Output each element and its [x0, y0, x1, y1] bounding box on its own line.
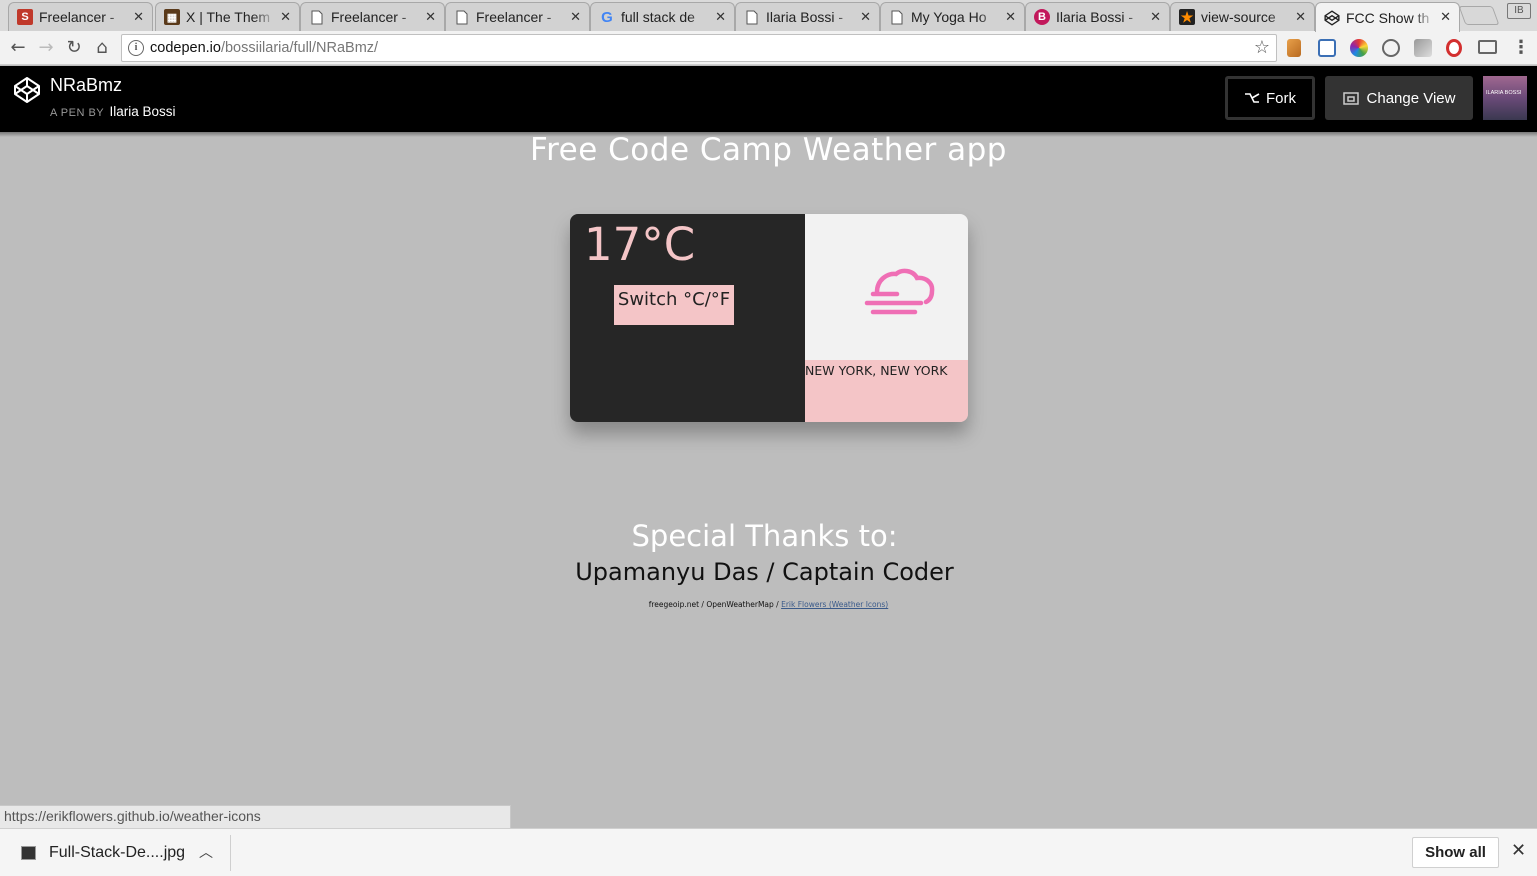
- color-picker-extension-icon[interactable]: [1350, 39, 1368, 57]
- screenshot-extension-icon[interactable]: [1318, 39, 1336, 57]
- browser-tab[interactable]: S Freelancer - ✕: [8, 2, 153, 31]
- recycle-extension-icon[interactable]: [1382, 39, 1400, 57]
- avatar[interactable]: ILARIA BOSSI: [1483, 76, 1527, 120]
- location-panel: NEW YORK, NEW YORK: [805, 360, 968, 422]
- thanks-heading: Special Thanks to:: [631, 519, 898, 553]
- reload-icon[interactable]: ↻: [62, 36, 86, 60]
- page-icon: [309, 9, 325, 25]
- tab-title: Ilaria Bossi -: [766, 9, 844, 25]
- fork-icon: [1245, 93, 1260, 103]
- tab-title: full stack de: [621, 9, 695, 25]
- tab-close-icon[interactable]: ✕: [1150, 10, 1161, 25]
- tab-close-icon[interactable]: ✕: [1005, 10, 1016, 25]
- tab-close-icon[interactable]: ✕: [715, 10, 726, 25]
- fork-label: Fork: [1266, 89, 1296, 107]
- show-all-button[interactable]: Show all: [1412, 837, 1499, 868]
- layout-icon: [1342, 91, 1359, 105]
- change-view-button[interactable]: Change View: [1325, 76, 1473, 120]
- codepen-logo-icon[interactable]: [13, 76, 41, 104]
- browser-toolbar: ← → ↻ ⌂ i codepen.io/bossiilaria/full/NR…: [0, 31, 1537, 65]
- tab-close-icon[interactable]: ✕: [133, 10, 144, 25]
- browser-tab[interactable]: Freelancer - ✕: [300, 2, 445, 31]
- weather-card: 17°C Switch °C/°F NEW YORK, NEW YORK: [570, 214, 968, 422]
- google-icon: G: [601, 8, 613, 26]
- weather-card-left-panel: 17°C Switch °C/°F: [570, 214, 805, 422]
- extension-icon[interactable]: [1414, 39, 1432, 57]
- codepen-header: NRaBmz A PEN BY Ilaria Bossi Fork Change…: [0, 66, 1537, 132]
- new-tab-button[interactable]: [1458, 6, 1500, 25]
- codepen-icon: [1324, 9, 1340, 26]
- browser-tab[interactable]: My Yoga Ho ✕: [880, 2, 1025, 31]
- browser-tab[interactable]: FCC Show th ✕: [1315, 2, 1460, 32]
- browser-tab[interactable]: Gfull stack de ✕: [590, 2, 735, 31]
- browser-tab[interactable]: Ilaria Bossi - ✕: [735, 2, 880, 31]
- tab-title: Freelancer -: [331, 9, 407, 25]
- tab-close-icon[interactable]: ✕: [570, 10, 581, 25]
- tab-title: Freelancer -: [476, 9, 552, 25]
- pen-title: NRaBmz: [50, 75, 123, 95]
- pen-author-link[interactable]: Ilaria Bossi: [110, 104, 176, 119]
- browser-menu-icon[interactable]: ⋮: [1512, 37, 1530, 58]
- temperature-display: 17°C: [584, 218, 696, 271]
- opera-extension-icon[interactable]: [1446, 39, 1462, 57]
- tab-title: view-source: [1201, 9, 1276, 25]
- bookmark-star-icon[interactable]: ☆: [1254, 37, 1270, 58]
- fog-cloud-icon: [864, 268, 935, 315]
- weather-icons-link[interactable]: Erik Flowers (Weather Icons): [781, 600, 888, 609]
- page-title: Free Code Camp Weather app: [530, 132, 1007, 168]
- browser-tab[interactable]: Freelancer - ✕: [445, 2, 590, 31]
- tab-close-icon[interactable]: ✕: [280, 10, 291, 25]
- browser-tab[interactable]: ▦ X | The Them ✕: [155, 2, 300, 31]
- download-shelf: Full-Stack-De....jpg ︿ Show all ✕: [0, 828, 1537, 876]
- fork-button[interactable]: Fork: [1225, 76, 1315, 120]
- site-favicon-icon: ★: [1179, 8, 1195, 25]
- tab-close-icon[interactable]: ✕: [1440, 10, 1451, 25]
- thanks-names: Upamanyu Das / Captain Coder: [575, 558, 954, 586]
- switch-units-button[interactable]: Switch °C/°F: [614, 285, 734, 325]
- status-bubble: https://erikflowers.github.io/weather-ic…: [0, 805, 511, 828]
- forward-icon[interactable]: →: [34, 36, 58, 60]
- page-icon: [454, 9, 470, 25]
- back-icon[interactable]: ←: [6, 36, 30, 60]
- tab-title: FCC Show th: [1346, 9, 1430, 26]
- site-favicon-icon: B: [1034, 9, 1050, 25]
- pen-byline: A PEN BY Ilaria Bossi: [50, 104, 176, 119]
- chevron-up-icon[interactable]: ︿: [199, 842, 213, 862]
- credits-text: freegeoip.net / OpenWeatherMap /: [648, 600, 782, 609]
- avatar-text: ILARIA BOSSI: [1486, 90, 1522, 96]
- tab-close-icon[interactable]: ✕: [425, 10, 436, 25]
- tab-close-icon[interactable]: ✕: [860, 10, 871, 25]
- weather-card-icon-panel: [805, 214, 968, 360]
- pen-by-label: A PEN BY: [50, 107, 104, 119]
- divider: [230, 835, 231, 871]
- page-icon: [744, 9, 760, 25]
- profile-badge[interactable]: IB: [1507, 3, 1531, 19]
- tab-strip: S Freelancer - ✕ ▦ X | The Them ✕ Freelancer …: [0, 0, 1537, 32]
- tab-title: Freelancer -: [39, 9, 115, 25]
- extension-icon[interactable]: [1287, 39, 1301, 57]
- page-icon: [889, 9, 905, 25]
- close-icon[interactable]: ✕: [1511, 840, 1526, 861]
- credits-line: freegeoip.net / OpenWeatherMap / Erik Fl…: [0, 600, 1537, 609]
- tab-title: Ilaria Bossi -: [1056, 9, 1134, 25]
- location-text: NEW YORK, NEW YORK: [805, 363, 948, 378]
- change-view-label: Change View: [1366, 89, 1456, 107]
- address-bar[interactable]: i codepen.io/bossiilaria/full/NRaBmz/ ☆: [121, 34, 1277, 62]
- url-text[interactable]: codepen.io/bossiilaria/full/NRaBmz/: [150, 40, 378, 56]
- site-favicon-icon: S: [17, 9, 33, 25]
- cast-icon[interactable]: [1478, 40, 1497, 54]
- site-info-icon[interactable]: i: [128, 40, 144, 56]
- tab-close-icon[interactable]: ✕: [1295, 10, 1306, 25]
- download-file-name[interactable]: Full-Stack-De....jpg: [49, 844, 185, 862]
- home-icon[interactable]: ⌂: [90, 36, 114, 60]
- browser-tab[interactable]: B Ilaria Bossi - ✕: [1025, 2, 1170, 31]
- tab-title: My Yoga Ho: [911, 9, 987, 25]
- browser-tab[interactable]: ★ view-source ✕: [1170, 2, 1315, 31]
- tab-title: X | The Them: [186, 9, 271, 25]
- site-favicon-icon: ▦: [164, 9, 180, 25]
- file-image-icon[interactable]: [21, 846, 36, 860]
